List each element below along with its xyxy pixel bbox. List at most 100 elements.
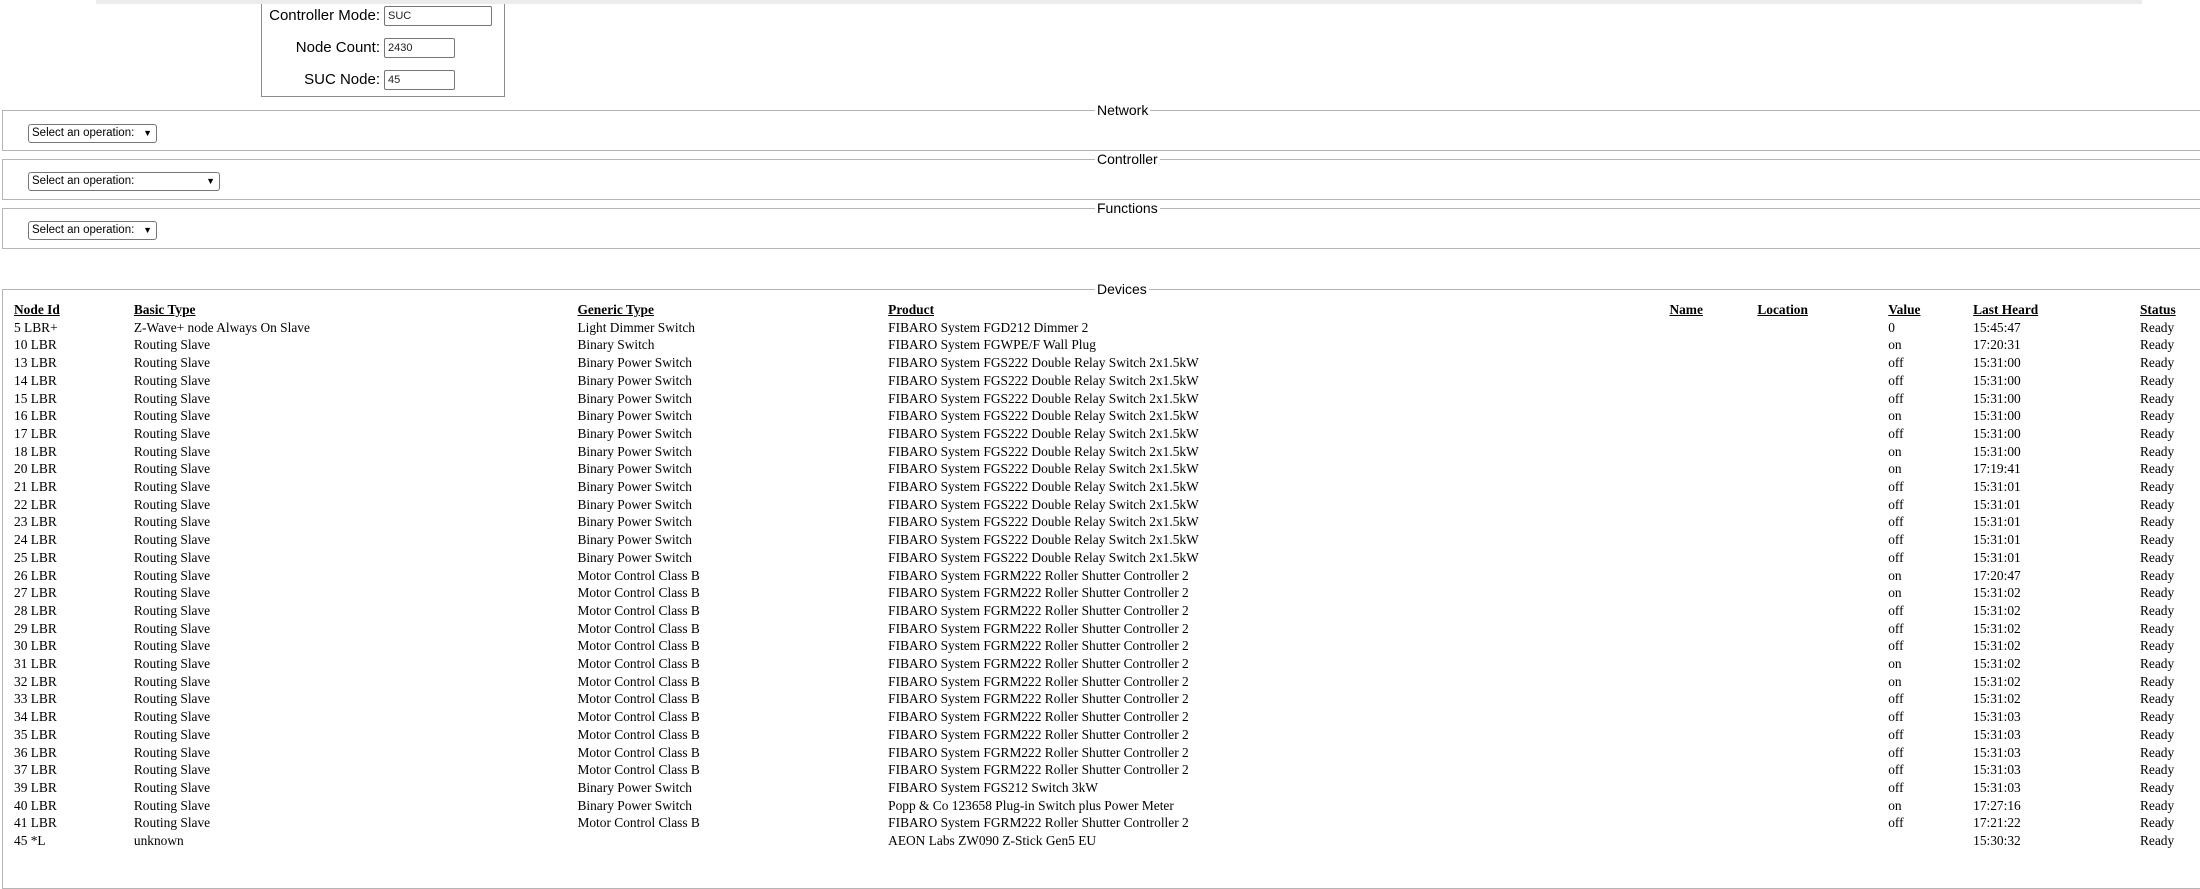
cell-value: on	[1888, 673, 1902, 689]
cell-value: on	[1888, 656, 1902, 672]
cell-status: Ready	[2139, 620, 2175, 636]
table-row[interactable]: 16 LBR Routing Slave Binary Power Switch FI…	[14, 407, 2200, 425]
cell-value: 0	[1888, 319, 1895, 335]
cell-name	[1669, 460, 1757, 478]
cell-product: FIBARO System FGRM222 Roller Shutter Con…	[888, 691, 1189, 707]
functions-select-value: Select an operation:	[32, 224, 135, 236]
cell-name	[1669, 319, 1757, 337]
table-row[interactable]: 41 LBR Routing Slave Motor Control Class B…	[14, 814, 2200, 832]
cell-node-id: 40 LBR	[14, 797, 57, 813]
cell-generic-type: Binary Power Switch	[577, 355, 693, 371]
network-operation-select[interactable]: Select an operation: ▼	[28, 124, 157, 143]
table-row[interactable]: 29 LBR Routing Slave Motor Control Class B…	[14, 620, 2200, 638]
table-row[interactable]: 17 LBR Routing Slave Binary Power Switch FI…	[14, 425, 2200, 443]
cell-generic-type: Binary Power Switch	[577, 461, 693, 477]
cell-product: FIBARO System FGS222 Double Relay Switch…	[888, 425, 1199, 441]
controller-mode-row: Controller Mode:	[262, 6, 502, 28]
column-header-basic-type[interactable]: Basic Type	[134, 301, 578, 319]
table-row[interactable]: 21 LBR Routing Slave Binary Power Switch FI…	[14, 478, 2200, 496]
table-row[interactable]: 34 LBR Routing Slave Motor Control Class B…	[14, 708, 2200, 726]
cell-basic-type: Routing Slave	[133, 425, 211, 441]
cell-product: FIBARO System FGS222 Double Relay Switch…	[888, 355, 1199, 371]
cell-status: Ready	[2139, 744, 2175, 760]
column-header-product[interactable]: Product	[888, 301, 1669, 319]
table-row[interactable]: 33 LBR Routing Slave Motor Control Class B…	[14, 690, 2200, 708]
cell-name	[1669, 761, 1757, 779]
cell-location	[1757, 372, 1888, 390]
column-header-last-heard[interactable]: Last Heard	[1973, 301, 2140, 319]
cell-value: off	[1888, 479, 1904, 495]
cell-location	[1757, 584, 1888, 602]
cell-product: FIBARO System FGRM222 Roller Shutter Con…	[888, 638, 1189, 654]
cell-location	[1757, 690, 1888, 708]
column-header-status[interactable]: Status	[2140, 301, 2200, 319]
cell-location	[1757, 407, 1888, 425]
controller-info-panel: Controller Mode: Node Count: SUC Node:	[261, 4, 505, 97]
column-header-name[interactable]: Name	[1669, 301, 1757, 319]
table-row[interactable]: 45 *L unknown AEON Labs ZW090 Z-Stick Gen5…	[14, 832, 2200, 850]
column-header-location[interactable]: Location	[1757, 301, 1888, 319]
controller-mode-field[interactable]	[384, 6, 492, 26]
cell-value: on	[1888, 567, 1902, 583]
table-row[interactable]: 22 LBR Routing Slave Binary Power Switch FI…	[14, 496, 2200, 514]
table-row[interactable]: 27 LBR Routing Slave Motor Control Class B…	[14, 584, 2200, 602]
cell-name	[1669, 443, 1757, 461]
cell-last-heard: 15:31:02	[1973, 673, 2021, 689]
cell-status: Ready	[2139, 319, 2175, 335]
table-row[interactable]: 20 LBR Routing Slave Binary Power Switch FI…	[14, 460, 2200, 478]
cell-product: FIBARO System FGS222 Double Relay Switch…	[888, 461, 1199, 477]
cell-node-id: 30 LBR	[14, 638, 57, 654]
cell-name	[1669, 513, 1757, 531]
cell-location	[1757, 425, 1888, 443]
table-row[interactable]: 25 LBR Routing Slave Binary Power Switch FI…	[14, 549, 2200, 567]
table-row[interactable]: 18 LBR Routing Slave Binary Power Switch FI…	[14, 443, 2200, 461]
functions-operation-select[interactable]: Select an operation: ▼	[28, 221, 157, 240]
cell-name	[1669, 637, 1757, 655]
controller-operation-select[interactable]: Select an operation: ▼	[28, 172, 220, 191]
table-row[interactable]: 35 LBR Routing Slave Motor Control Class B…	[14, 726, 2200, 744]
table-row[interactable]: 10 LBR Routing Slave Binary Switch FIBARO S…	[14, 336, 2200, 354]
cell-node-id: 22 LBR	[14, 496, 57, 512]
table-row[interactable]: 23 LBR Routing Slave Binary Power Switch FI…	[14, 513, 2200, 531]
cell-value	[1888, 832, 1973, 850]
table-row[interactable]: 30 LBR Routing Slave Motor Control Class B…	[14, 637, 2200, 655]
table-row[interactable]: 28 LBR Routing Slave Motor Control Class B…	[14, 602, 2200, 620]
cell-status: Ready	[2139, 408, 2175, 424]
cell-product: Popp & Co 123658 Plug-in Switch plus Pow…	[888, 797, 1174, 813]
column-header-node-id[interactable]: Node Id	[14, 301, 134, 319]
table-row[interactable]: 37 LBR Routing Slave Motor Control Class B…	[14, 761, 2200, 779]
table-row[interactable]: 26 LBR Routing Slave Motor Control Class B…	[14, 567, 2200, 585]
controller-select-value: Select an operation:	[32, 175, 135, 187]
cell-last-heard: 15:31:03	[1973, 726, 2021, 742]
cell-name	[1669, 655, 1757, 673]
cell-name	[1669, 531, 1757, 549]
table-row[interactable]: 13 LBR Routing Slave Binary Power Switch FI…	[14, 354, 2200, 372]
column-header-value[interactable]: Value	[1888, 301, 1973, 319]
table-row[interactable]: 14 LBR Routing Slave Binary Power Switch FI…	[14, 372, 2200, 390]
table-row[interactable]: 31 LBR Routing Slave Motor Control Class B…	[14, 655, 2200, 673]
suc-node-field[interactable]	[384, 70, 455, 90]
cell-status: Ready	[2139, 691, 2175, 707]
table-row[interactable]: 32 LBR Routing Slave Motor Control Class B…	[14, 673, 2200, 691]
cell-generic-type: Motor Control Class B	[577, 709, 700, 725]
node-count-field[interactable]	[384, 38, 455, 58]
table-row[interactable]: 40 LBR Routing Slave Binary Power Switch Po…	[14, 797, 2200, 815]
table-row[interactable]: 15 LBR Routing Slave Binary Power Switch FI…	[14, 390, 2200, 408]
cell-status: Ready	[2139, 673, 2175, 689]
table-row[interactable]: 36 LBR Routing Slave Motor Control Class B…	[14, 744, 2200, 762]
node-count-label: Node Count:	[295, 39, 380, 56]
cell-basic-type: Routing Slave	[133, 797, 211, 813]
table-row[interactable]: 5 LBR+ Z-Wave+ node Always On Slave Light …	[14, 319, 2200, 337]
cell-product: AEON Labs ZW090 Z-Stick Gen5 EU	[888, 833, 1097, 849]
cell-last-heard: 15:31:02	[1973, 656, 2021, 672]
column-header-generic-type[interactable]: Generic Type	[577, 301, 888, 319]
table-row[interactable]: 24 LBR Routing Slave Binary Power Switch FI…	[14, 531, 2200, 549]
cell-location	[1757, 336, 1888, 354]
cell-node-id: 41 LBR	[14, 815, 57, 831]
cell-status: Ready	[2139, 479, 2175, 495]
cell-node-id: 10 LBR	[14, 337, 57, 353]
cell-last-heard: 15:31:03	[1973, 762, 2021, 778]
table-row[interactable]: 39 LBR Routing Slave Binary Power Switch FI…	[14, 779, 2200, 797]
cell-location	[1757, 832, 1888, 850]
cell-last-heard: 15:31:00	[1973, 408, 2021, 424]
